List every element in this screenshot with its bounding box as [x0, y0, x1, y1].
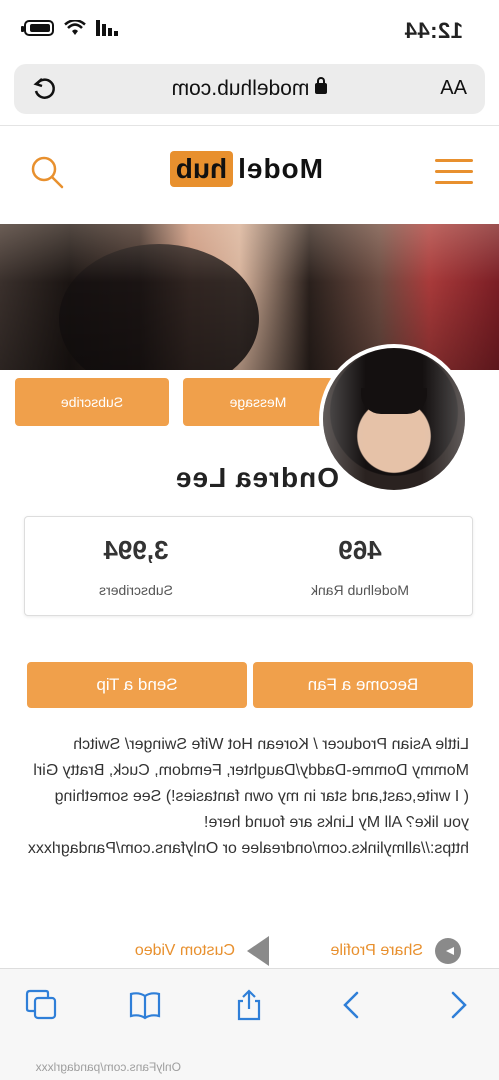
watermark: OnlyFans.com/pandagrlxxx	[35, 1060, 181, 1074]
status-icons	[24, 20, 118, 36]
custom-video-icon[interactable]	[247, 936, 269, 966]
battery-icon	[24, 20, 54, 36]
message-button[interactable]: Message	[183, 378, 333, 426]
signal-icon	[96, 20, 118, 36]
status-bar: 12:44	[0, 0, 499, 58]
profile-bio: Little Asian Producer / Korean Hot Wife …	[27, 736, 469, 857]
tabs-icon[interactable]	[25, 989, 57, 1021]
site-header: Model hub	[0, 127, 499, 224]
logo-hub-text: hub	[169, 151, 234, 187]
profile-name: Ondrea Lee	[174, 462, 339, 493]
reload-icon[interactable]	[30, 74, 58, 102]
url-text: modelhub.com	[171, 77, 310, 100]
modelhub-logo[interactable]: Model hub	[169, 151, 323, 187]
lock-icon	[315, 83, 328, 94]
subscribe-button[interactable]: Subscribe	[15, 378, 169, 426]
stat-label: Subscribers	[99, 582, 173, 598]
bookmarks-icon[interactable]	[129, 989, 161, 1021]
url-display[interactable]: modelhub.com	[14, 77, 485, 101]
profile-avatar[interactable]	[319, 344, 469, 494]
stat-value: 3,994	[103, 535, 169, 565]
send-tip-button[interactable]: Send a Tip	[27, 662, 247, 708]
stat-value: 469	[338, 535, 382, 565]
status-time: 12:44	[404, 18, 463, 43]
become-fan-button[interactable]: Become a Fan	[253, 662, 473, 708]
profile-stats-card: 469 Modelhub Rank 3,994 Subscribers	[24, 516, 473, 616]
wifi-icon	[64, 20, 86, 35]
stat-subscribers: 3,994 Subscribers	[36, 535, 236, 598]
address-bar[interactable]: AA modelhub.com	[14, 64, 485, 114]
stat-rank: 469 Modelhub Rank	[260, 535, 460, 598]
mirrored-page: 12:44 AA modelhub.com Model hub Message …	[0, 0, 499, 1080]
share-icon[interactable]	[233, 989, 265, 1021]
forward-icon[interactable]	[337, 989, 369, 1021]
logo-model-text: Model	[237, 153, 323, 184]
profile-actions-row: Share Profile Custom Video	[0, 932, 499, 972]
address-bar-area: AA modelhub.com	[0, 58, 499, 126]
search-icon[interactable]	[28, 153, 68, 193]
back-icon[interactable]	[441, 989, 473, 1021]
share-profile-link[interactable]: Share Profile	[331, 942, 424, 960]
stat-label: Modelhub Rank	[310, 582, 410, 598]
custom-video-link[interactable]: Custom Video	[135, 942, 235, 960]
hamburger-menu-icon[interactable]	[435, 159, 473, 185]
share-profile-icon[interactable]	[435, 938, 461, 964]
